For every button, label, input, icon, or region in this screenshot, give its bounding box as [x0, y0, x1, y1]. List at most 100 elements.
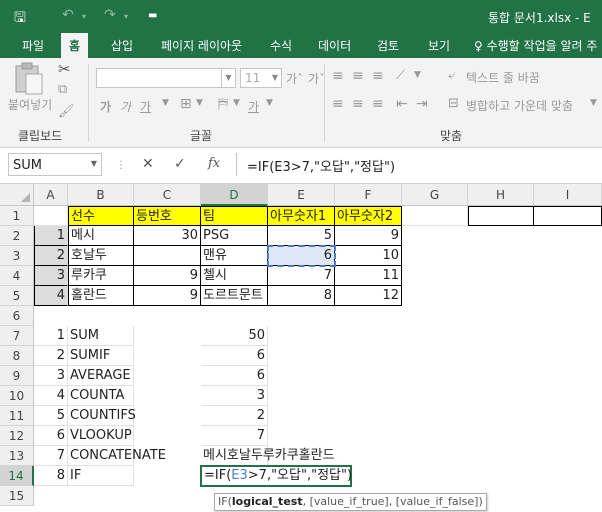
cell-D11[interactable]: 2: [201, 406, 268, 426]
row-header-14[interactable]: 14: [0, 466, 34, 486]
cell-C2[interactable]: 30: [134, 226, 201, 246]
tell-me-search[interactable]: ♀ 수행할 작업을 알려 주: [474, 37, 597, 54]
active-cell-editor[interactable]: =IF(E3>7,"오답","정답"): [200, 465, 352, 487]
cell-F3[interactable]: 10: [335, 246, 402, 266]
row-header-15[interactable]: 15: [0, 486, 34, 506]
fill-color-icon[interactable]: ⛿: [218, 96, 228, 112]
cell-D8[interactable]: 6: [201, 346, 268, 366]
cell-B5[interactable]: 홀란드: [68, 286, 134, 306]
cell-E4[interactable]: 7: [268, 266, 335, 286]
cell-B8[interactable]: SUMIF: [68, 346, 134, 366]
tab-view[interactable]: 보기: [428, 37, 450, 54]
cell-B9[interactable]: AVERAGE: [68, 366, 134, 386]
underline-button[interactable]: 가: [140, 98, 151, 115]
cell-A5[interactable]: 4: [34, 286, 68, 306]
cell-F5[interactable]: 12: [335, 286, 402, 306]
format-painter-icon[interactable]: 🖌: [58, 104, 75, 119]
row-header-7[interactable]: 7: [0, 326, 34, 346]
cell-H1[interactable]: [468, 206, 534, 226]
orientation-icon[interactable]: ⟋: [396, 68, 405, 83]
cell-A1[interactable]: [34, 206, 68, 226]
cell-D3[interactable]: 맨유: [201, 246, 268, 266]
chevron-down-icon[interactable]: ▼: [196, 98, 203, 108]
insert-function-button[interactable]: fx: [208, 156, 220, 171]
cell-F1[interactable]: 아무숫자2: [335, 206, 402, 226]
cell-B11[interactable]: COUNTIFS: [68, 406, 136, 426]
chevron-down-icon[interactable]: ▼: [162, 98, 169, 108]
column-header-A[interactable]: A: [34, 184, 68, 206]
tab-formulas[interactable]: 수식: [270, 37, 292, 54]
cell-D4[interactable]: 첼시: [201, 266, 268, 286]
cell-D1[interactable]: 팀: [201, 206, 268, 226]
merge-center-button[interactable]: 병합하고 가운데 맞춤: [466, 97, 573, 114]
row-header-13[interactable]: 13: [0, 446, 34, 466]
cell-E1[interactable]: 아무숫자1: [268, 206, 335, 226]
cell-A14[interactable]: 8: [34, 466, 68, 486]
cell-D9[interactable]: 6: [201, 366, 268, 386]
row-header-8[interactable]: 8: [0, 346, 34, 366]
cell-B4[interactable]: 루카쿠: [68, 266, 134, 286]
align-center-icon[interactable]: ≡: [352, 96, 364, 112]
wrap-text-button[interactable]: 텍스트 줄 바꿈: [466, 69, 540, 86]
cell-A13[interactable]: 7: [34, 446, 68, 466]
copy-icon[interactable]: ⧉: [58, 82, 67, 97]
column-header-B[interactable]: B: [68, 184, 134, 206]
row-header-11[interactable]: 11: [0, 406, 34, 426]
row-header-5[interactable]: 5: [0, 286, 34, 306]
cell-A3[interactable]: 2: [34, 246, 68, 266]
row-header-10[interactable]: 10: [0, 386, 34, 406]
chevron-down-icon[interactable]: ▼: [233, 98, 240, 108]
cell-A4[interactable]: 3: [34, 266, 68, 286]
chevron-down-icon[interactable]: ▼: [221, 69, 235, 87]
cell-G1[interactable]: [402, 206, 468, 226]
column-header-E[interactable]: E: [268, 184, 335, 206]
name-box[interactable]: SUM ▼: [8, 153, 102, 176]
cell-B3[interactable]: 호날두: [68, 246, 134, 266]
cell-C5[interactable]: 9: [134, 286, 201, 306]
grow-font-button[interactable]: 가ˆ: [286, 70, 303, 87]
column-header-F[interactable]: F: [335, 184, 402, 206]
cell-D5[interactable]: 도르트문트: [201, 286, 268, 306]
cancel-button[interactable]: ✕: [142, 156, 154, 172]
select-all-corner[interactable]: [0, 184, 34, 206]
paste-icon[interactable]: [12, 62, 46, 96]
cell-B10[interactable]: COUNTA: [68, 386, 134, 406]
cell-A8[interactable]: 2: [34, 346, 68, 366]
tab-home[interactable]: 홈: [61, 33, 89, 58]
row-header-9[interactable]: 9: [0, 366, 34, 386]
cell-C1[interactable]: 등번호: [134, 206, 201, 226]
cell-B12[interactable]: VLOOKUP: [68, 426, 134, 446]
row-header-4[interactable]: 4: [0, 266, 34, 286]
cell-D10[interactable]: 3: [201, 386, 268, 406]
cell-B1[interactable]: 선수: [68, 206, 134, 226]
cell-B7[interactable]: SUM: [68, 326, 134, 346]
align-left-icon[interactable]: ≡: [332, 96, 344, 112]
row-header-2[interactable]: 2: [0, 226, 34, 246]
shrink-font-button[interactable]: 가ˇ: [308, 70, 325, 87]
paste-button-label[interactable]: 붙여넣기: [8, 96, 52, 113]
row-header-3[interactable]: 3: [0, 246, 34, 266]
tab-data[interactable]: 데이터: [318, 37, 351, 54]
tab-review[interactable]: 검토: [377, 37, 399, 54]
customize-icon[interactable]: ▬: [148, 10, 157, 21]
cell-F4[interactable]: 11: [335, 266, 402, 286]
cell-C4[interactable]: 9: [134, 266, 201, 286]
italic-button[interactable]: 가: [120, 98, 131, 115]
row-header-12[interactable]: 12: [0, 426, 34, 446]
redo-icon[interactable]: ↷: [104, 7, 116, 23]
align-middle-icon[interactable]: ≡: [352, 68, 364, 84]
redo-dropdown-icon[interactable]: ▾: [124, 12, 128, 21]
wrap-text-icon[interactable]: ⤶: [448, 68, 455, 83]
tab-page-layout[interactable]: 페이지 레이아웃: [161, 37, 242, 54]
cell-D12[interactable]: 7: [201, 426, 268, 446]
cell-A9[interactable]: 3: [34, 366, 68, 386]
cell-C3[interactable]: [134, 246, 201, 266]
cell-A10[interactable]: 4: [34, 386, 68, 406]
column-header-G[interactable]: G: [402, 184, 468, 206]
undo-icon[interactable]: ↶: [62, 7, 74, 23]
cell-B2[interactable]: 메시: [68, 226, 134, 246]
chevron-down-icon[interactable]: ▼: [266, 98, 273, 108]
merge-center-icon[interactable]: ⊟: [448, 96, 459, 111]
tab-file[interactable]: 파일: [22, 37, 44, 54]
column-header-D[interactable]: D: [201, 184, 268, 206]
